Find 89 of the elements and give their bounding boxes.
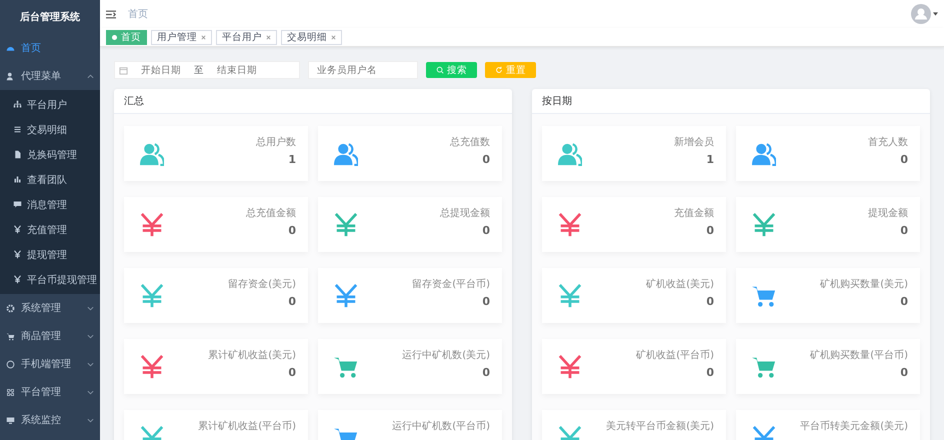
- menu-item[interactable]: 系统监控: [0, 406, 100, 434]
- stat-value: 0: [288, 295, 296, 308]
- chevron-icon: [87, 360, 94, 368]
- stat-label: 充值金额: [674, 206, 714, 220]
- tab[interactable]: 平台用户: [216, 30, 277, 44]
- range-separator: 至: [194, 64, 204, 76]
- close-icon[interactable]: [201, 34, 206, 40]
- monitor-icon: [6, 416, 15, 424]
- stat-value: 0: [706, 295, 714, 308]
- stat-value: 0: [900, 295, 908, 308]
- submenu-item[interactable]: 消息管理: [0, 192, 100, 217]
- stat-label: 平台币转美元金额(美元): [800, 420, 908, 433]
- submenu-item[interactable]: 平台币提现管理: [0, 267, 100, 292]
- stat-value: 0: [900, 224, 908, 237]
- stat-value: 0: [706, 224, 714, 237]
- stat-value: 1: [706, 153, 714, 166]
- stat-value: 0: [482, 224, 490, 237]
- menu-item[interactable]: 代理菜单: [0, 62, 100, 90]
- stat-label: 提现金额: [868, 206, 908, 220]
- yen-icon: [13, 250, 22, 259]
- chevron-icon: [87, 416, 94, 424]
- user-icon: [6, 72, 15, 80]
- menu-item[interactable]: 平台管理: [0, 378, 100, 406]
- stat-value: 0: [482, 153, 490, 166]
- menu-icon[interactable]: [106, 10, 116, 18]
- bar-chart-icon: [13, 175, 22, 184]
- yen-icon: [13, 225, 22, 234]
- stat-value: 0: [900, 366, 908, 379]
- stat-label: 留存资金(美元): [228, 278, 296, 291]
- stat-label: 累计矿机收益(美元): [208, 348, 296, 362]
- submenu-item[interactable]: 查看团队: [0, 167, 100, 192]
- menu-item[interactable]: 手机端管理: [0, 350, 100, 378]
- list-icon: [13, 125, 22, 134]
- stat-label: 总充值金额: [246, 206, 296, 220]
- caret-icon[interactable]: [933, 12, 938, 16]
- tab[interactable]: 交易明细: [281, 30, 342, 44]
- chevron-icon: [87, 304, 94, 312]
- stat-label: 留存资金(平台币): [412, 278, 490, 291]
- menu-item[interactable]: 商品管理: [0, 322, 100, 350]
- chevron-icon: [87, 332, 94, 340]
- refresh-icon: [495, 66, 503, 74]
- stat-label: 新增会员: [674, 136, 714, 149]
- circle-icon: [6, 360, 15, 368]
- end-date-input[interactable]: 结束日期: [208, 64, 266, 76]
- stat-label: 矿机购买数量(美元): [820, 278, 908, 291]
- stat-label: 运行中矿机数(美元): [402, 348, 490, 362]
- chevron-icon: [87, 72, 94, 80]
- chevron-icon: [87, 388, 94, 396]
- menu-item[interactable]: 首页: [0, 34, 100, 62]
- file-icon: [13, 150, 22, 159]
- submenu-item[interactable]: 提现管理: [0, 242, 100, 267]
- app-title: 后台管理系统: [19, 10, 81, 25]
- calendar-icon: [119, 66, 128, 74]
- stat-label: 总充值数: [450, 136, 490, 149]
- settings-icon: [6, 304, 15, 312]
- stat-label: 总提现金额: [440, 206, 490, 220]
- stat-value: 0: [482, 295, 490, 308]
- stat-label: 首充人数: [868, 136, 908, 149]
- stat-label: 运行中矿机数(平台币): [392, 420, 490, 433]
- stat-value: 0: [288, 366, 296, 379]
- submenu-item[interactable]: 充值管理: [0, 217, 100, 242]
- date-range-field[interactable]: 开始日期 至 结束日期: [114, 61, 300, 79]
- stat-label: 矿机收益(美元): [646, 278, 714, 291]
- stat-label: 累计矿机收益(平台币): [198, 420, 296, 433]
- sitemap-icon: [13, 100, 22, 109]
- close-icon[interactable]: [266, 34, 271, 40]
- stat-label: 矿机购买数量(平台币): [810, 348, 908, 362]
- chat-icon: [13, 200, 22, 209]
- stat-label: 美元转平台币金额(美元): [606, 420, 714, 433]
- close-icon[interactable]: [331, 34, 336, 40]
- menu-item[interactable]: 系统管理: [0, 294, 100, 322]
- puzzle-icon: [6, 388, 15, 396]
- yen-icon: [13, 275, 22, 284]
- tab[interactable]: 用户管理: [151, 30, 212, 44]
- stat-value: 0: [900, 153, 908, 166]
- dot-icon: [112, 34, 117, 40]
- stat-value: 0: [706, 366, 714, 379]
- submenu-item[interactable]: 交易明细: [0, 117, 100, 142]
- stat-label: 总用户数: [256, 136, 296, 149]
- stat-value: 0: [482, 366, 490, 379]
- stat-value: 0: [288, 224, 296, 237]
- submenu-item[interactable]: 兑换码管理: [0, 142, 100, 167]
- stat-label: 矿机收益(平台币): [636, 348, 714, 362]
- search-icon: [436, 66, 444, 74]
- submenu-item[interactable]: 平台用户: [0, 92, 100, 117]
- stat-value: 1: [288, 153, 296, 166]
- start-date-input[interactable]: 开始日期: [132, 64, 190, 76]
- cart-icon: [6, 332, 15, 340]
- username-field[interactable]: 业务员用户名: [308, 61, 418, 79]
